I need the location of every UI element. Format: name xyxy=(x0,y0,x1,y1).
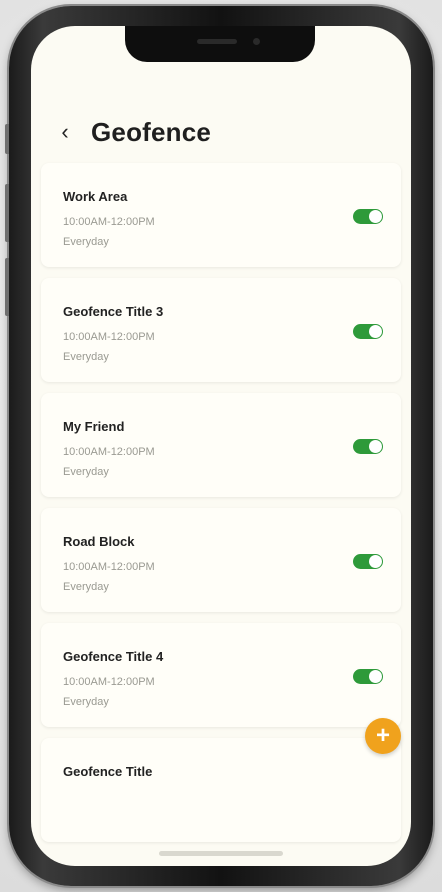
app-screen: ‹ Geofence Work Area 10:00AM-12:00PM Eve… xyxy=(31,26,411,866)
notch xyxy=(125,26,315,62)
geofence-card[interactable]: Geofence Title 3 10:00AM-12:00PM Everyda… xyxy=(41,278,401,382)
geofence-card[interactable]: Road Block 10:00AM-12:00PM Everyday xyxy=(41,508,401,612)
geofence-days: Everyday xyxy=(63,466,109,478)
volume-up-button xyxy=(5,184,9,242)
toggle-knob xyxy=(369,440,382,453)
front-camera xyxy=(253,38,260,45)
geofence-card[interactable]: My Friend 10:00AM-12:00PM Everyday xyxy=(41,393,401,497)
geofence-title: Geofence Title xyxy=(63,764,153,779)
toggle-knob xyxy=(369,555,382,568)
geofence-toggle[interactable] xyxy=(353,324,383,339)
geofence-title: My Friend xyxy=(63,419,125,434)
volume-down-button xyxy=(5,258,9,316)
geofence-card[interactable]: Geofence Title xyxy=(41,738,401,842)
toggle-knob xyxy=(369,325,382,338)
speaker-grille xyxy=(197,39,237,44)
geofence-toggle[interactable] xyxy=(353,669,383,684)
add-geofence-button[interactable]: + xyxy=(365,718,401,754)
stage: ‹ Geofence Work Area 10:00AM-12:00PM Eve… xyxy=(0,0,442,892)
geofence-time: 10:00AM-12:00PM xyxy=(63,561,155,573)
geofence-time: 10:00AM-12:00PM xyxy=(63,331,155,343)
geofence-toggle[interactable] xyxy=(353,209,383,224)
geofence-title: Road Block xyxy=(63,534,135,549)
geofence-toggle[interactable] xyxy=(353,439,383,454)
geofence-title: Geofence Title 3 xyxy=(63,304,164,319)
geofence-days: Everyday xyxy=(63,351,109,363)
geofence-list: Work Area 10:00AM-12:00PM Everyday Geofe… xyxy=(41,163,401,853)
geofence-days: Everyday xyxy=(63,236,109,248)
geofence-title: Geofence Title 4 xyxy=(63,649,164,664)
toggle-knob xyxy=(369,670,382,683)
home-indicator xyxy=(159,851,283,856)
geofence-toggle[interactable] xyxy=(353,554,383,569)
geofence-days: Everyday xyxy=(63,581,109,593)
geofence-time: 10:00AM-12:00PM xyxy=(63,676,155,688)
geofence-time: 10:00AM-12:00PM xyxy=(63,446,155,458)
geofence-time: 10:00AM-12:00PM xyxy=(63,216,155,228)
geofence-days: Everyday xyxy=(63,696,109,708)
toggle-knob xyxy=(369,210,382,223)
mute-switch xyxy=(5,124,9,154)
page-title: Geofence xyxy=(91,116,212,147)
geofence-title: Work Area xyxy=(63,189,128,204)
geofence-card[interactable]: Work Area 10:00AM-12:00PM Everyday xyxy=(41,163,401,267)
back-icon[interactable]: ‹ xyxy=(51,118,79,146)
phone-frame: ‹ Geofence Work Area 10:00AM-12:00PM Eve… xyxy=(5,6,433,886)
header: ‹ Geofence xyxy=(51,112,211,152)
plus-icon: + xyxy=(375,722,390,749)
geofence-card[interactable]: Geofence Title 4 10:00AM-12:00PM Everyda… xyxy=(41,623,401,727)
